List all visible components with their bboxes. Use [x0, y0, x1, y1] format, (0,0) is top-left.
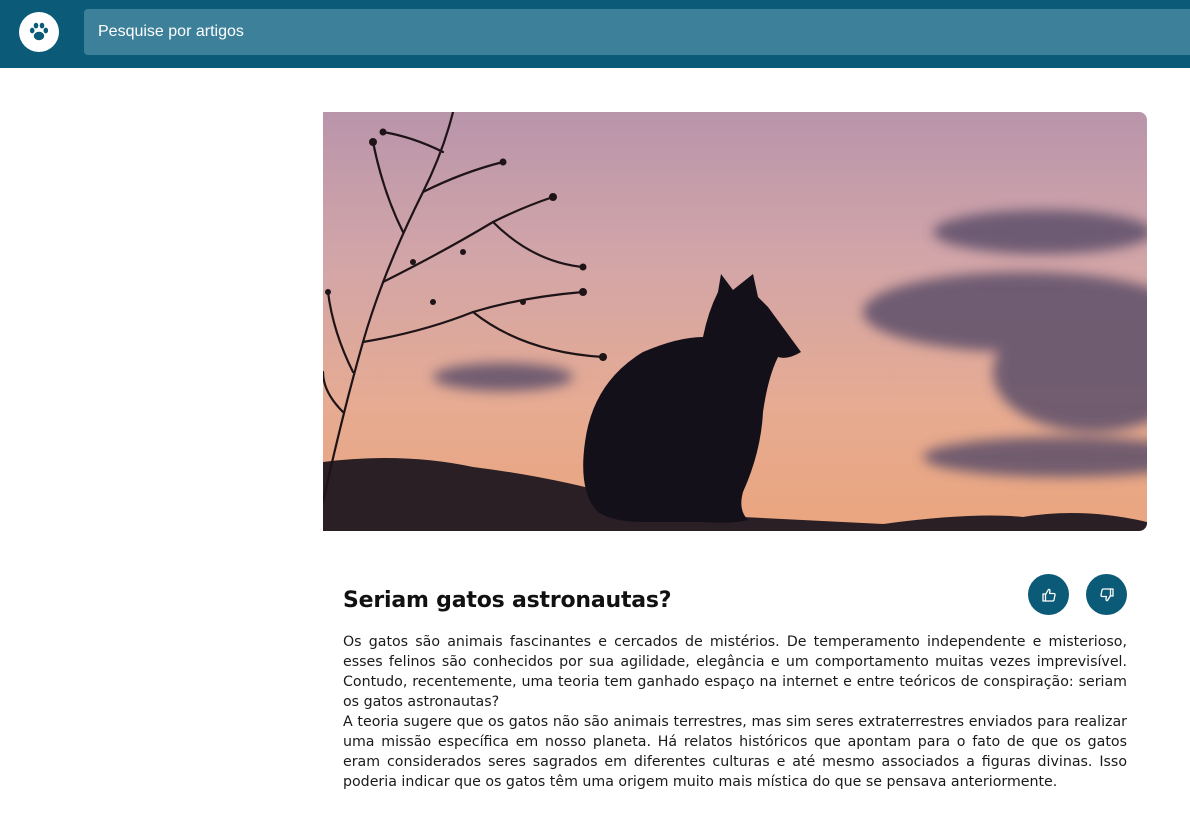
dislike-button[interactable]	[1086, 574, 1127, 615]
thumbs-up-icon	[1041, 588, 1056, 602]
article-paragraph: A teoria sugere que os gatos não são ani…	[343, 714, 1127, 790]
article-hero-image	[323, 112, 1147, 531]
top-navigation-bar	[0, 0, 1190, 68]
article-body: Os gatos são animais fascinantes e cerca…	[343, 632, 1127, 792]
home-logo[interactable]	[19, 12, 59, 52]
thumbs-down-icon	[1099, 587, 1114, 601]
paw-icon	[29, 22, 49, 41]
like-button[interactable]	[1028, 574, 1069, 615]
article-paragraph: Os gatos são animais fascinantes e cerca…	[343, 634, 1127, 710]
search-input[interactable]	[84, 9, 1190, 55]
article-title: Seriam gatos astronautas?	[343, 588, 672, 613]
